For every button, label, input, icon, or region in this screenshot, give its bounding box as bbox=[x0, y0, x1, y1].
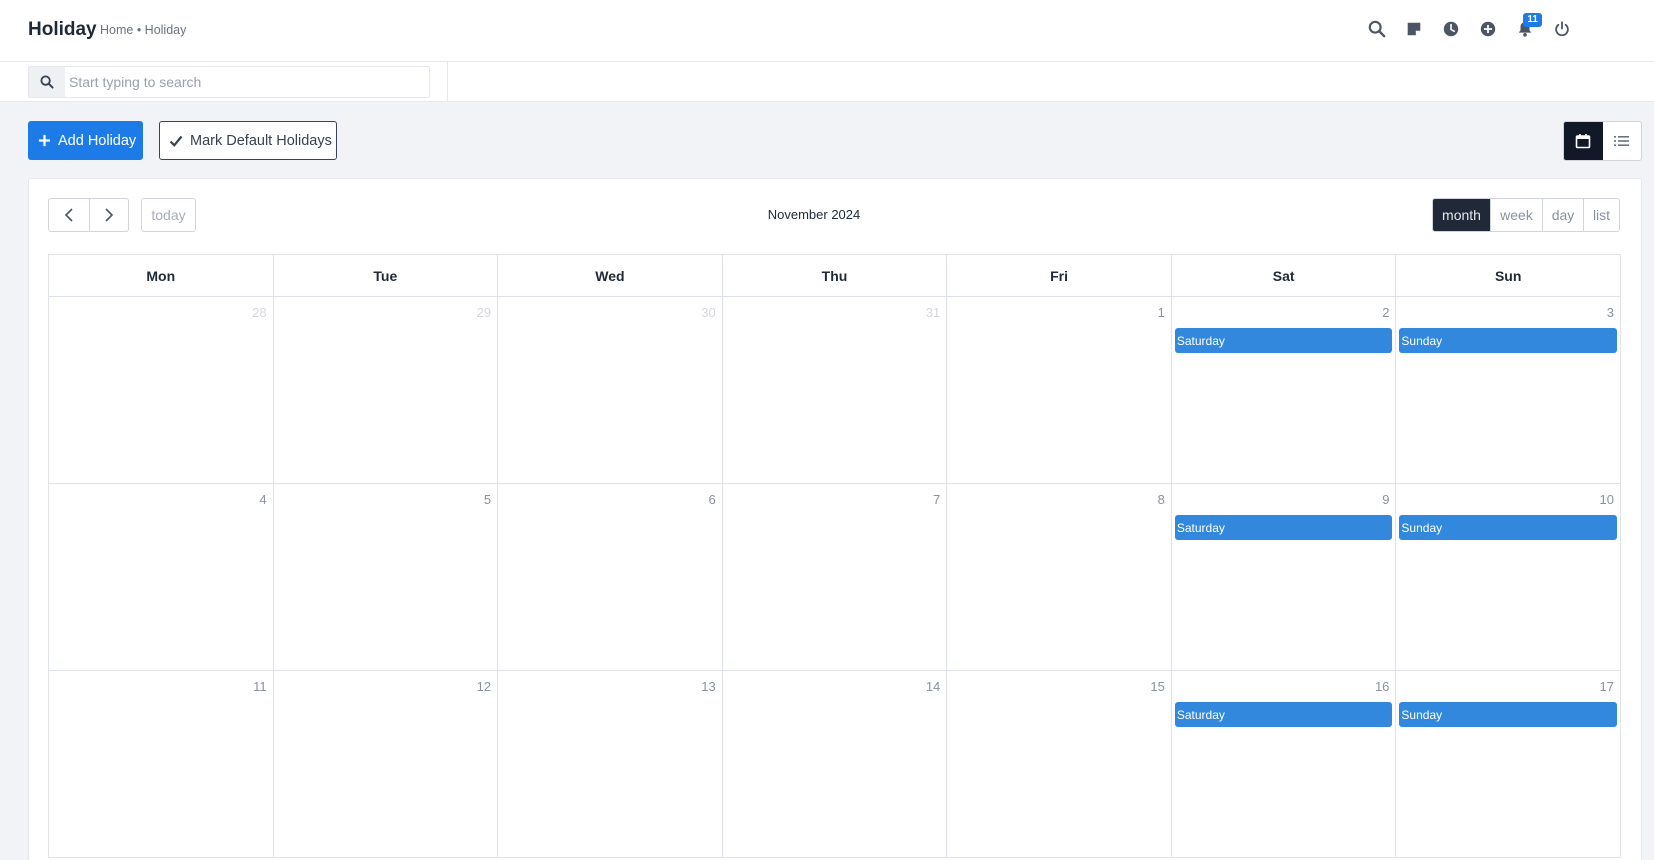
day-number: 6 bbox=[708, 492, 716, 507]
day-number: 5 bbox=[483, 492, 492, 507]
weekday-thu: Thu bbox=[722, 255, 948, 297]
calendar-week: 11 12 13 14 15 16 Saturday 17 Sunday bbox=[49, 671, 1621, 858]
calendar-day[interactable]: 7 bbox=[722, 484, 948, 671]
day-number: 31 bbox=[925, 305, 941, 320]
top-bar: Holiday Home • Holiday 11 bbox=[0, 0, 1654, 62]
calendar-title: November 2024 bbox=[767, 207, 861, 222]
range-switcher: month week day list bbox=[1432, 198, 1620, 232]
bell-icon[interactable]: 11 bbox=[1514, 13, 1542, 40]
day-number: 1 bbox=[1157, 305, 1165, 320]
day-number: 14 bbox=[925, 679, 941, 694]
weekday-sun: Sun bbox=[1396, 255, 1621, 297]
calendar-day[interactable]: 16 Saturday bbox=[1171, 671, 1397, 858]
calendar-body: 28 29 30 31 1 2 Saturday 3 Sunday 4 5 6 7 8 9 Saturday 1… bbox=[48, 297, 1621, 858]
day-number: 16 bbox=[1374, 679, 1390, 694]
weekday-header: Mon Tue Wed Thu Fri Sat Sun bbox=[48, 254, 1621, 297]
holiday-event[interactable]: Saturday bbox=[1174, 702, 1393, 727]
calendar-week: 4 5 6 7 8 9 Saturday 10 Sunday bbox=[49, 484, 1621, 671]
calendar-day[interactable]: 28 bbox=[49, 297, 274, 484]
day-number: 2 bbox=[1382, 305, 1390, 320]
list-view-button[interactable] bbox=[1603, 122, 1642, 160]
calendar-day[interactable]: 9 Saturday bbox=[1171, 484, 1397, 671]
day-number: 12 bbox=[476, 679, 492, 694]
search-input-icon bbox=[29, 67, 65, 97]
day-number: 8 bbox=[1157, 492, 1165, 507]
calendar-day[interactable]: 3 Sunday bbox=[1396, 297, 1621, 484]
plus-circle-icon[interactable] bbox=[1477, 18, 1499, 40]
calendar-card: today November 2024 month week day list … bbox=[28, 178, 1642, 860]
weekday-sat: Sat bbox=[1171, 255, 1397, 297]
calendar-day[interactable]: 15 bbox=[947, 671, 1172, 858]
day-number: 15 bbox=[1150, 679, 1165, 694]
calendar-day[interactable]: 1 bbox=[947, 297, 1172, 484]
breadcrumb[interactable]: Home • Holiday bbox=[100, 23, 186, 37]
notification-badge: 11 bbox=[1523, 13, 1542, 27]
day-number: 29 bbox=[476, 305, 492, 320]
sticky-note-icon[interactable] bbox=[1403, 18, 1425, 40]
calendar-icon bbox=[1575, 134, 1591, 149]
weekday-tue: Tue bbox=[273, 255, 499, 297]
range-month-button[interactable]: month bbox=[1433, 199, 1490, 231]
day-number: 11 bbox=[253, 679, 267, 694]
day-number: 3 bbox=[1606, 305, 1614, 320]
holiday-event[interactable]: Sunday bbox=[1399, 328, 1617, 353]
calendar-day[interactable]: 13 bbox=[498, 671, 723, 858]
weekday-wed: Wed bbox=[498, 255, 723, 297]
range-day-button[interactable]: day bbox=[1542, 199, 1583, 231]
holiday-event[interactable]: Saturday bbox=[1174, 515, 1393, 540]
search-box bbox=[28, 66, 430, 98]
holiday-event[interactable]: Saturday bbox=[1174, 328, 1393, 353]
calendar-view-button[interactable] bbox=[1564, 122, 1603, 160]
holiday-event[interactable]: Sunday bbox=[1399, 702, 1617, 727]
calendar-week: 28 29 30 31 1 2 Saturday 3 Sunday bbox=[49, 297, 1621, 484]
add-holiday-label: Add Holiday bbox=[58, 132, 137, 149]
day-number: 9 bbox=[1382, 492, 1390, 507]
calendar-day[interactable]: 11 bbox=[49, 671, 274, 858]
day-number: 13 bbox=[701, 679, 716, 694]
list-icon bbox=[1614, 136, 1630, 146]
day-number: 10 bbox=[1599, 492, 1614, 507]
calendar-day[interactable]: 17 Sunday bbox=[1396, 671, 1621, 858]
day-number: 30 bbox=[701, 305, 716, 320]
search-icon[interactable] bbox=[1366, 18, 1388, 40]
day-number: 4 bbox=[259, 492, 267, 507]
day-number: 28 bbox=[252, 305, 267, 320]
search-input[interactable] bbox=[69, 67, 425, 97]
mark-default-holidays-label: Mark Default Holidays bbox=[190, 132, 332, 149]
clock-icon[interactable] bbox=[1440, 18, 1462, 40]
view-toggle bbox=[1563, 121, 1642, 161]
calendar-grid: Mon Tue Wed Thu Fri Sat Sun 28 29 30 31 1 2 Sa… bbox=[48, 254, 1621, 858]
holiday-event[interactable]: Sunday bbox=[1399, 515, 1617, 540]
calendar-day[interactable]: 10 Sunday bbox=[1396, 484, 1621, 671]
power-icon[interactable] bbox=[1551, 18, 1573, 40]
search-bar bbox=[0, 62, 1654, 102]
check-icon bbox=[169, 135, 183, 147]
calendar-day[interactable]: 8 bbox=[947, 484, 1172, 671]
calendar-day[interactable]: 30 bbox=[498, 297, 723, 484]
calendar-day[interactable]: 2 Saturday bbox=[1171, 297, 1397, 484]
calendar-day[interactable]: 4 bbox=[49, 484, 274, 671]
weekday-fri: Fri bbox=[947, 255, 1172, 297]
range-list-button[interactable]: list bbox=[1583, 199, 1619, 231]
add-holiday-button[interactable]: Add Holiday bbox=[28, 121, 143, 160]
day-number: 17 bbox=[1599, 679, 1614, 694]
calendar-day[interactable]: 6 bbox=[498, 484, 723, 671]
calendar-day[interactable]: 5 bbox=[273, 484, 499, 671]
page-title: Holiday bbox=[28, 19, 97, 40]
day-number: 7 bbox=[933, 492, 941, 507]
calendar-day[interactable]: 12 bbox=[273, 671, 499, 858]
mark-default-holidays-button[interactable]: Mark Default Holidays bbox=[159, 121, 337, 160]
calendar-day[interactable]: 31 bbox=[722, 297, 948, 484]
weekday-mon: Mon bbox=[49, 255, 274, 297]
divider bbox=[447, 62, 448, 102]
calendar-day[interactable]: 14 bbox=[722, 671, 948, 858]
plus-icon bbox=[38, 134, 51, 147]
range-week-button[interactable]: week bbox=[1490, 199, 1542, 231]
calendar-day[interactable]: 29 bbox=[273, 297, 499, 484]
